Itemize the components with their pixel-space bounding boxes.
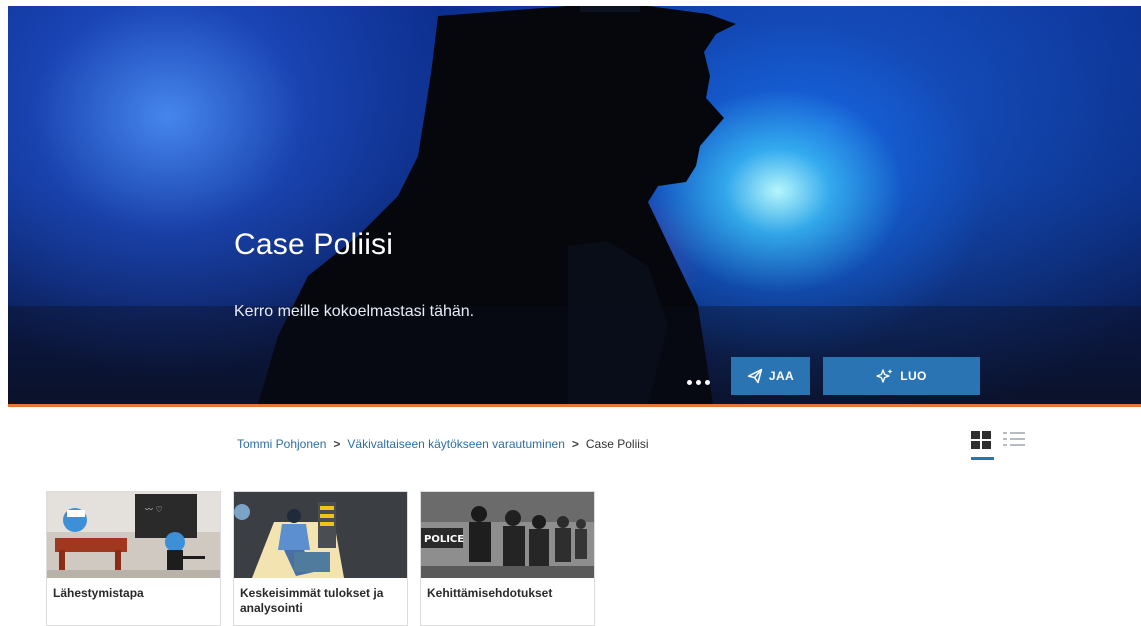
- paper-plane-icon: [747, 368, 763, 384]
- create-button[interactable]: LUO: [823, 357, 980, 395]
- sparkle-icon: [876, 369, 893, 383]
- card-thumbnail-illustration: [234, 492, 407, 578]
- card-title: Kehittämisehdotukset: [427, 586, 553, 600]
- card-thumbnail-smurf-figures: 〰 ♡: [47, 492, 220, 578]
- hero-banner: Case Poliisi Kerro meille kokoelmastasi …: [8, 6, 1141, 404]
- breadcrumb-current: Case Poliisi: [585, 437, 649, 451]
- share-button-label: JAA: [768, 369, 795, 383]
- collection-description[interactable]: Kerro meille kokoelmastasi tähän.: [234, 303, 474, 321]
- collection-card[interactable]: POLICE Kehittämisehdotukset: [420, 491, 595, 626]
- more-dots-icon: [686, 379, 692, 385]
- breadcrumb-link-parent-collection[interactable]: Väkivaltaiseen käytökseen varautuminen: [347, 437, 564, 451]
- collection-card[interactable]: Keskeisimmät tulokset ja analysointi: [233, 491, 408, 626]
- card-title: Keskeisimmät tulokset ja analysointi: [240, 586, 384, 615]
- share-button[interactable]: JAA: [731, 357, 810, 395]
- more-options-button[interactable]: [678, 364, 718, 400]
- breadcrumb-link-owner[interactable]: Tommi Pohjonen: [237, 437, 326, 451]
- collection-card[interactable]: 〰 ♡ Lähestymistapa: [46, 491, 221, 626]
- svg-text:〰 ♡: 〰 ♡: [145, 505, 163, 514]
- breadcrumb-separator: >: [333, 437, 341, 451]
- list-view-toggle[interactable]: [1003, 429, 1027, 451]
- officer-silhouette-image: [8, 6, 1141, 404]
- breadcrumb: Tommi Pohjonen > Väkivaltaiseen käytökse…: [237, 437, 649, 451]
- card-title: Lähestymistapa: [53, 586, 144, 600]
- hero-divider: [8, 404, 1141, 407]
- card-thumbnail-sign-text: POLICE: [424, 534, 464, 545]
- selected-view-indicator: [971, 457, 994, 460]
- more-dots-icon-dot: [704, 379, 710, 385]
- grid-view-toggle[interactable]: [971, 429, 995, 461]
- card-thumbnail-riot-police: POLICE: [421, 492, 594, 578]
- breadcrumb-separator: >: [571, 437, 579, 451]
- create-button-label: LUO: [900, 369, 927, 383]
- collection-title: Case Poliisi: [234, 228, 394, 261]
- more-dots-icon-dot: [695, 379, 701, 385]
